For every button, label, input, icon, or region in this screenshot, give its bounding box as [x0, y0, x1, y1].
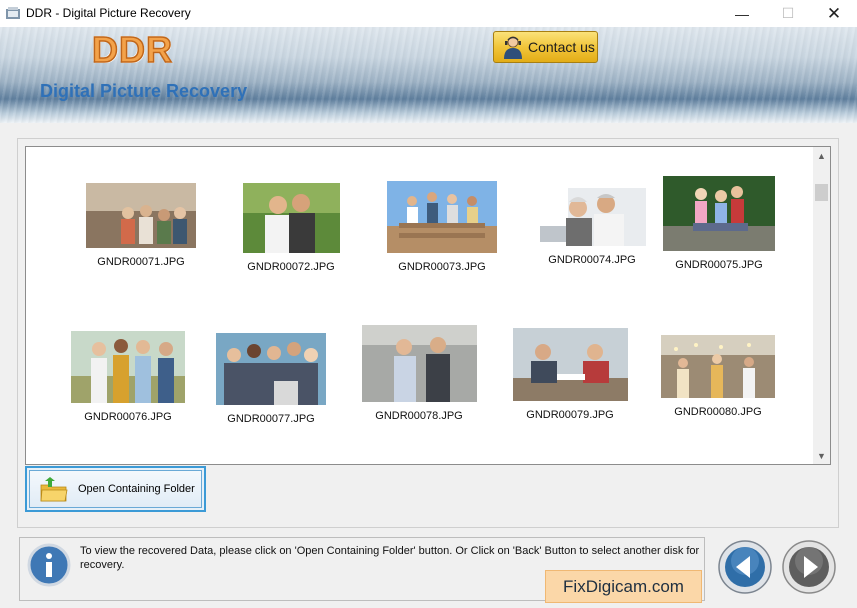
support-person-icon — [504, 36, 522, 59]
photo-thumbnail[interactable]: GNDR00076.JPG — [58, 331, 198, 423]
photo-thumbnail[interactable]: GNDR00072.JPG — [221, 183, 361, 273]
photo-image — [361, 325, 477, 402]
scroll-down-arrow-icon[interactable]: ▼ — [813, 447, 830, 464]
scroll-thumb[interactable] — [815, 184, 828, 201]
contact-us-label: Contact us — [528, 39, 595, 55]
photo-filename: GNDR00076.JPG — [84, 411, 172, 423]
photo-thumbnail[interactable]: GNDR00071.JPG — [71, 183, 211, 268]
photo-image — [387, 181, 497, 253]
maximize-button[interactable]: ☐ — [765, 0, 811, 27]
scroll-up-arrow-icon[interactable]: ▲ — [813, 147, 830, 164]
photo-filename: GNDR00080.JPG — [674, 406, 762, 418]
photo-filename: GNDR00077.JPG — [227, 413, 315, 425]
product-subtitle: Digital Picture Recovery — [40, 81, 248, 101]
photo-thumbnail[interactable]: GNDR00077.JPG — [201, 333, 341, 425]
photo-image — [512, 328, 628, 401]
folder-open-icon — [40, 477, 68, 502]
status-message: To view the recovered Data, please click… — [80, 545, 700, 571]
photo-filename: GNDR00079.JPG — [526, 409, 614, 421]
photo-image — [661, 335, 775, 398]
photo-filename: GNDR00072.JPG — [247, 261, 335, 273]
app-icon — [6, 7, 20, 19]
photo-image — [216, 333, 326, 405]
header-banner: DDR Digital Picture Recovery Contact us — [0, 27, 857, 123]
contact-us-button[interactable]: Contact us — [493, 31, 598, 63]
photo-filename: GNDR00073.JPG — [398, 261, 486, 273]
recovered-photos-gallery[interactable]: GNDR00071.JPG GNDR00072.JPG GNDR00073.JP… — [25, 146, 831, 465]
gallery-scrollbar[interactable]: ▲ ▼ — [813, 147, 830, 464]
photo-thumbnail[interactable]: GNDR00073.JPG — [372, 181, 512, 273]
open-containing-folder-button[interactable]: Open Containing Folder — [25, 466, 206, 512]
photo-image — [86, 183, 196, 248]
photo-filename: GNDR00075.JPG — [675, 259, 763, 271]
ddr-logo: DDR — [91, 28, 173, 71]
photo-thumbnail[interactable]: GNDR00079.JPG — [500, 328, 640, 421]
photo-image — [242, 183, 340, 253]
title-bar: DDR - Digital Picture Recovery — ☐ ✕ — [0, 0, 857, 28]
back-button[interactable] — [717, 539, 773, 595]
photo-image — [663, 176, 775, 251]
close-button[interactable]: ✕ — [811, 0, 857, 27]
photo-thumbnail[interactable]: GNDR00074.JPG — [522, 188, 662, 266]
photo-filename: GNDR00071.JPG — [97, 256, 185, 268]
photo-image — [71, 331, 185, 403]
minimize-button[interactable]: — — [719, 0, 765, 27]
next-button[interactable] — [781, 539, 837, 595]
photo-image — [538, 188, 646, 246]
window-title: DDR - Digital Picture Recovery — [26, 6, 191, 20]
photo-thumbnail[interactable]: GNDR00075.JPG — [649, 176, 789, 271]
photo-filename: GNDR00074.JPG — [548, 254, 636, 266]
photo-thumbnail[interactable]: GNDR00080.JPG — [648, 335, 788, 418]
open-folder-button-face: Open Containing Folder — [29, 470, 202, 508]
photo-filename: GNDR00078.JPG — [375, 410, 463, 422]
photo-thumbnail[interactable]: GNDR00078.JPG — [349, 325, 489, 422]
open-folder-label: Open Containing Folder — [78, 483, 195, 495]
watermark-label: FixDigicam.com — [545, 570, 702, 603]
info-icon — [27, 543, 71, 587]
